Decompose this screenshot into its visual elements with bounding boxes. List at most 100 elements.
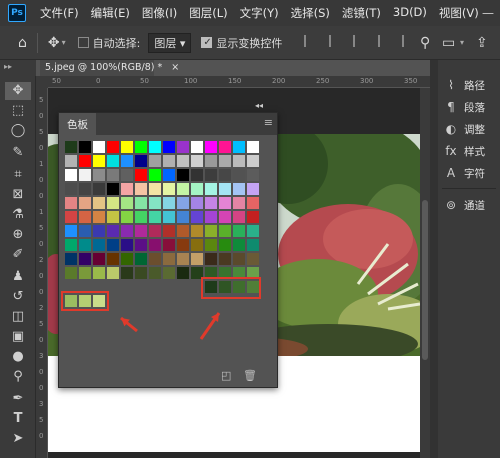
workspace-chevron-icon[interactable]: ▾: [460, 38, 464, 47]
panel-item-styles[interactable]: fx 样式: [444, 142, 485, 160]
ruler-tick-label: 5: [39, 320, 44, 328]
ruler-tick-label: 0: [39, 240, 44, 248]
path-selection-icon[interactable]: ➤: [9, 430, 27, 448]
ruler-tick-label: 3: [39, 400, 44, 408]
character-icon: A: [446, 166, 456, 180]
ruler-tick-label: 0: [39, 176, 44, 184]
channels-icon: ⊚: [445, 198, 457, 212]
toolbar-header: ▸▸: [0, 60, 36, 76]
swatches-panel: ◂◂ 色板 ≡ ◰ 🗑: [58, 101, 278, 388]
document-tab-title: 5.jpeg @ 100%(RGB/8) *: [45, 62, 163, 73]
menu-item[interactable]: 图像(I): [142, 5, 177, 21]
ruler-tick-label: 2: [39, 256, 44, 264]
panel-collapse-icon[interactable]: ◂◂: [255, 101, 263, 110]
annotation-arrow-right: [199, 312, 221, 340]
brush-tool-icon[interactable]: ✐: [9, 246, 27, 264]
show-transform-label: 显示变换控件: [216, 36, 283, 50]
align-hcenter-icon[interactable]: [402, 35, 414, 47]
ruler-tick-label: 150: [228, 77, 242, 85]
panel-item-label: 调整: [464, 123, 485, 136]
eraser-icon[interactable]: ◫: [9, 308, 27, 326]
ruler-tick-label: 3: [39, 352, 44, 360]
panel-item-label: 字符: [464, 167, 485, 180]
scroll-thumb[interactable]: [422, 200, 428, 360]
panel-item-adjustments[interactable]: ◐ 调整: [444, 120, 485, 138]
options-bar: ⌂ ✥ ▾ 自动选择: 图层 ▾ 显示变换控件 ⚲ ▭ ▾ ⇪: [0, 26, 500, 60]
ruler-tick-label: 0: [39, 272, 44, 280]
tool-preset-chevron-icon[interactable]: ▾: [62, 38, 66, 47]
adjust-icon: ◐: [445, 122, 457, 136]
ruler-tick-label: 1: [39, 160, 44, 168]
align-vcenter-icon[interactable]: [328, 35, 341, 47]
toolbar-collapse-icon[interactable]: ▸▸: [4, 62, 12, 71]
panel-dock-strip: [430, 60, 438, 458]
panel-divider: [442, 188, 496, 189]
photoshop-logo: Ps: [8, 4, 26, 22]
ruler-tick-label: 100: [184, 77, 198, 85]
path-icon: ⌇: [448, 78, 454, 92]
clone-stamp-icon[interactable]: ♟: [9, 268, 27, 286]
panel-item-paths[interactable]: ⌇ 路径: [444, 76, 485, 94]
styles-icon: fx: [445, 144, 457, 158]
search-icon[interactable]: ⚲: [420, 35, 430, 51]
panel-item-label: 段落: [464, 101, 485, 114]
move-tool-icon[interactable]: ✥: [48, 35, 60, 51]
panel-item-paragraph[interactable]: ¶ 段落: [444, 98, 485, 116]
share-icon[interactable]: ⇪: [476, 35, 488, 51]
type-tool-icon[interactable]: T: [9, 410, 27, 428]
paragraph-icon: ¶: [447, 100, 455, 114]
panel-item-character[interactable]: A 字符: [444, 164, 485, 182]
align-left-icon[interactable]: [377, 35, 390, 47]
ruler-tick-label: 50: [52, 77, 61, 85]
ruler-tick-label: 5: [39, 416, 44, 424]
marquee-tool-icon[interactable]: ⬚: [9, 102, 27, 120]
menu-item[interactable]: 图层(L): [189, 5, 227, 21]
ruler-top: 50 0 50 100 150 200 250 300 350: [48, 76, 430, 88]
workspace-icon[interactable]: ▭: [442, 35, 455, 51]
home-icon[interactable]: ⌂: [18, 35, 27, 51]
show-transform-checkbox[interactable]: [201, 37, 213, 48]
panel-item-label: 路径: [464, 79, 485, 92]
magic-wand-icon[interactable]: ✎: [9, 144, 27, 162]
frame-tool-icon[interactable]: ⊠: [9, 186, 27, 204]
history-brush-icon[interactable]: ↺: [9, 288, 27, 306]
eyedropper-icon[interactable]: ⚗: [9, 206, 27, 224]
ruler-tick-label: 0: [39, 384, 44, 392]
menu-item[interactable]: 视图(V): [439, 5, 479, 21]
menu-item[interactable]: 3D(D): [393, 5, 427, 21]
ruler-tick-label: 0: [39, 144, 44, 152]
menu-item[interactable]: 文件(F): [40, 5, 79, 21]
menu-item[interactable]: 滤镜(T): [342, 5, 381, 21]
menu-item[interactable]: 编辑(E): [91, 5, 130, 21]
right-panel-dock: ⌇ 路径 ¶ 段落 ◐ 调整 fx 样式 A 字符 ⊚ 通道: [438, 60, 500, 458]
minimize-icon[interactable]: —: [482, 6, 494, 20]
panel-item-channels[interactable]: ⊚ 通道: [444, 196, 485, 214]
ruler-tick-label: 200: [272, 77, 286, 85]
ruler-tick-label: 0: [39, 112, 44, 120]
align-bottom-icon[interactable]: [353, 35, 365, 47]
ruler-tick-label: 5: [39, 128, 44, 136]
pen-tool-icon[interactable]: ✒: [9, 390, 27, 408]
dodge-tool-icon[interactable]: ⚲: [9, 368, 27, 386]
menu-item[interactable]: 选择(S): [291, 5, 330, 21]
auto-select-checkbox[interactable]: [77, 37, 89, 48]
ruler-tick-label: 0: [39, 336, 44, 344]
ruler-tick-label: 0: [39, 432, 44, 440]
lasso-tool-icon[interactable]: ◯: [9, 122, 27, 140]
ruler-tick-label: 250: [316, 77, 330, 85]
ruler-tick-label: 300: [360, 77, 374, 85]
blur-tool-icon[interactable]: ●: [9, 348, 27, 366]
align-top-icon[interactable]: [304, 35, 316, 47]
close-tab-icon[interactable]: ×: [171, 62, 179, 73]
ruler-tick-label: 50: [140, 77, 149, 85]
healing-brush-icon[interactable]: ⊕: [9, 226, 27, 244]
auto-select-target-dropdown[interactable]: 图层 ▾: [148, 32, 192, 53]
menu-bar: Ps 文件(F) 编辑(E) 图像(I) 图层(L) 文字(Y) 选择(S) 滤镜(T) 3D…: [0, 0, 500, 26]
document-tab[interactable]: 5.jpeg @ 100%(RGB/8) * ×: [40, 60, 179, 76]
ruler-tick-label: 350: [404, 77, 418, 85]
ruler-tick-label: 0: [39, 288, 44, 296]
gradient-tool-icon[interactable]: ▣: [9, 328, 27, 346]
crop-tool-icon[interactable]: ⌗: [9, 166, 27, 184]
menu-item[interactable]: 文字(Y): [240, 5, 279, 21]
move-tool-icon[interactable]: ✥: [5, 82, 31, 100]
